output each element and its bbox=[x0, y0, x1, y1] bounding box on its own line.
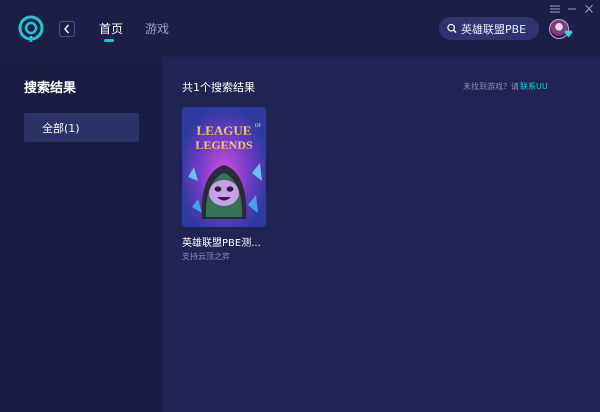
contact-link[interactable]: 联系UU bbox=[520, 81, 548, 92]
app-window: 首页 游戏 搜索结果 全部(1) 共1个搜索 bbox=[0, 0, 600, 412]
diamond-icon bbox=[564, 30, 573, 38]
cover-title-top: LEAGUE bbox=[197, 123, 252, 138]
cover-title-of: OF bbox=[255, 124, 262, 129]
back-button[interactable] bbox=[59, 21, 75, 37]
search-results-panel: 共1个搜索结果 未找到游戏？请 联系UU LEAGUE OF LEGENDS 英… bbox=[162, 57, 600, 412]
sidebar-title: 搜索结果 bbox=[24, 81, 77, 96]
minimize-icon[interactable] bbox=[566, 4, 578, 14]
sidebar-item-all[interactable]: 全部(1) bbox=[24, 113, 139, 142]
active-tab-indicator bbox=[104, 39, 114, 42]
top-bar: 首页 游戏 bbox=[0, 0, 600, 57]
game-card[interactable]: LEAGUE OF LEGENDS 英雄联盟PBE测... 支持云顶之弈 bbox=[182, 107, 266, 262]
tab-games[interactable]: 游戏 bbox=[145, 21, 169, 37]
sidebar: 搜索结果 全部(1) bbox=[0, 57, 162, 412]
menu-icon[interactable] bbox=[549, 4, 561, 14]
game-cover-art: LEAGUE OF LEGENDS bbox=[182, 107, 266, 227]
search-input[interactable] bbox=[461, 22, 539, 35]
close-icon[interactable] bbox=[583, 4, 595, 14]
chevron-left-icon bbox=[64, 24, 70, 34]
game-cover[interactable]: LEAGUE OF LEGENDS bbox=[182, 107, 266, 227]
game-name[interactable]: 英雄联盟PBE测... bbox=[182, 234, 266, 249]
search-box[interactable] bbox=[439, 17, 539, 40]
app-logo-icon[interactable] bbox=[17, 14, 45, 44]
sidebar-item-label: 全部(1) bbox=[42, 121, 80, 135]
cover-title-bottom: LEGENDS bbox=[195, 138, 253, 152]
search-icon bbox=[447, 23, 457, 34]
game-subtitle: 支持云顶之弈 bbox=[182, 252, 230, 261]
result-count: 共1个搜索结果 bbox=[182, 81, 255, 94]
not-found-text: 未找到游戏？请 bbox=[463, 82, 519, 91]
tab-home[interactable]: 首页 bbox=[99, 21, 123, 37]
